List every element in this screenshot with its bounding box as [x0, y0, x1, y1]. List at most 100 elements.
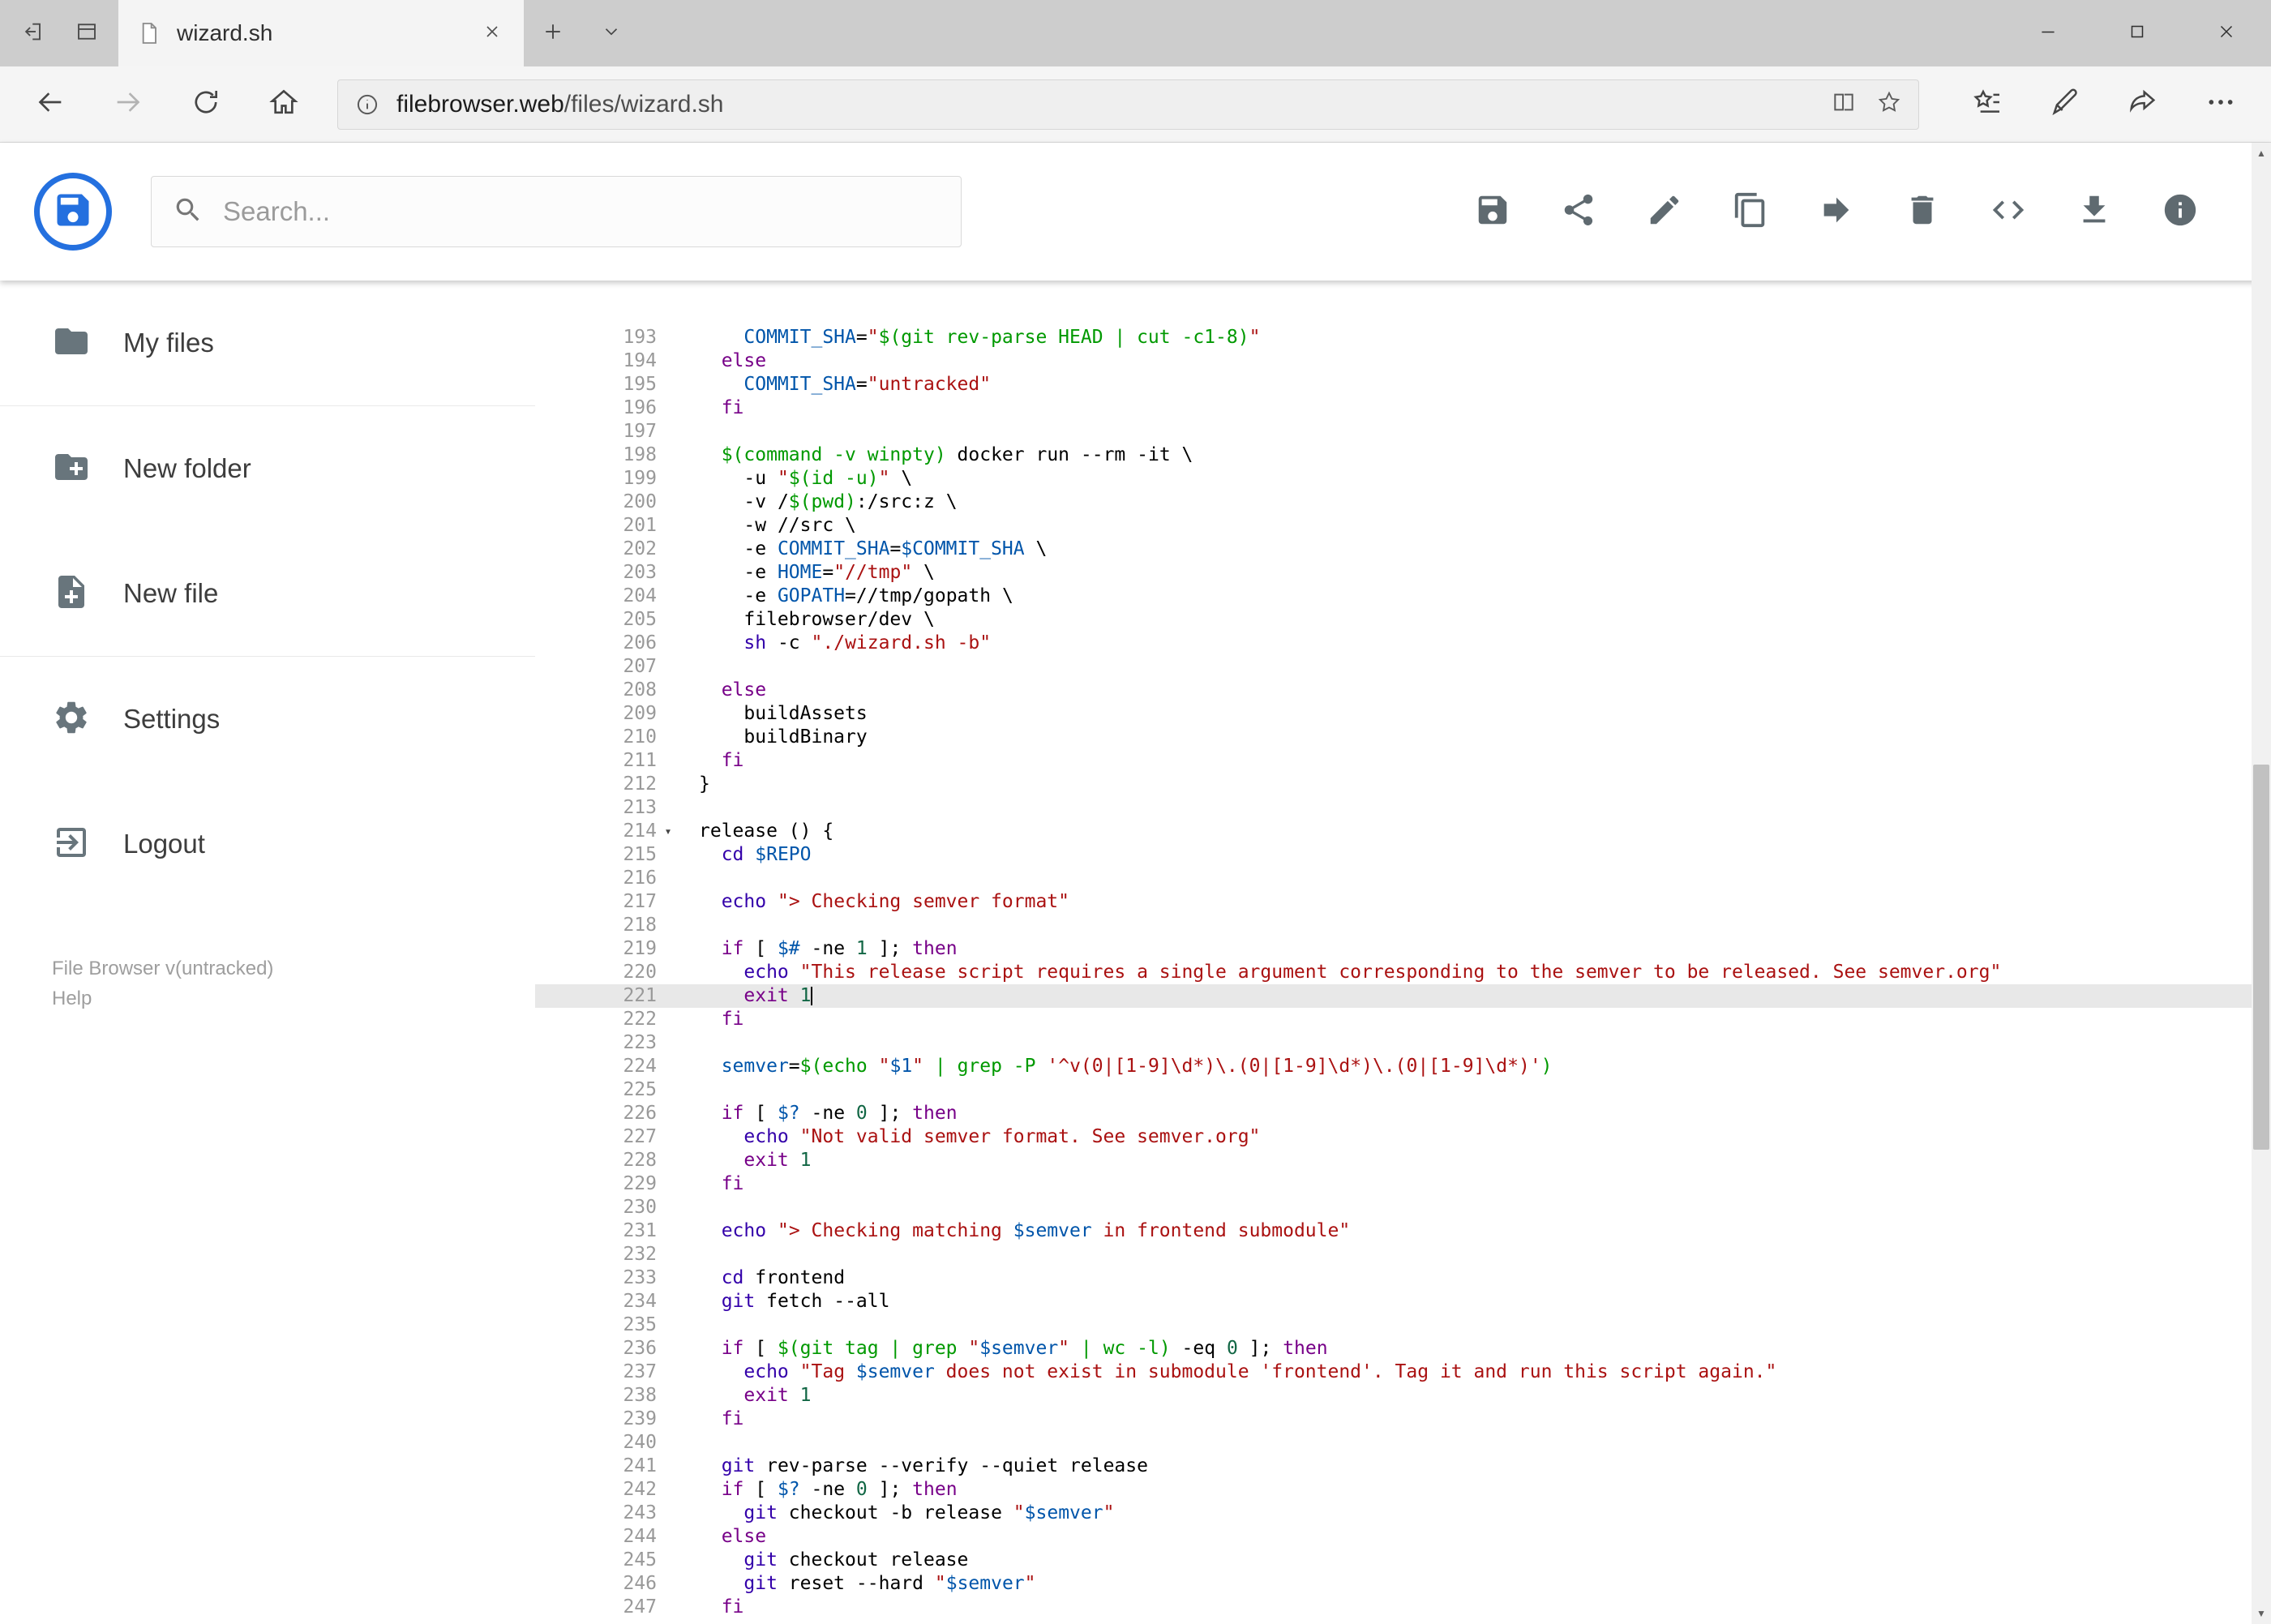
- home-button[interactable]: [245, 74, 323, 135]
- code-text[interactable]: [679, 914, 2271, 937]
- code-text[interactable]: cd $REPO: [679, 843, 2271, 867]
- code-text[interactable]: -v /$(pwd):/src:z \: [679, 491, 2271, 514]
- code-line[interactable]: 228 exit 1: [535, 1149, 2271, 1172]
- code-line[interactable]: 244 else: [535, 1525, 2271, 1549]
- code-line[interactable]: 229 fi: [535, 1172, 2271, 1196]
- fold-open-icon[interactable]: ▾: [657, 820, 679, 843]
- code-text[interactable]: fi: [679, 1596, 2271, 1619]
- scroll-up-icon[interactable]: ▲: [2252, 143, 2271, 164]
- code-text[interactable]: buildBinary: [679, 726, 2271, 749]
- tabs-preview-button[interactable]: [62, 8, 112, 58]
- sidebar-item-new-folder[interactable]: New folder: [0, 406, 535, 531]
- code-line[interactable]: 204 -e GOPATH=//tmp/gopath \: [535, 585, 2271, 608]
- code-text[interactable]: git fetch --all: [679, 1290, 2271, 1313]
- code-line[interactable]: 223: [535, 1031, 2271, 1055]
- code-line[interactable]: 243 git checkout -b release "$semver": [535, 1502, 2271, 1525]
- code-text[interactable]: }: [679, 773, 2271, 796]
- tab-list-chevron-button[interactable]: [582, 0, 641, 66]
- code-text[interactable]: git checkout release: [679, 1549, 2271, 1572]
- code-text[interactable]: COMMIT_SHA="$(git rev-parse HEAD | cut -…: [679, 326, 2271, 349]
- code-line[interactable]: 222 fi: [535, 1008, 2271, 1031]
- code-text[interactable]: sh -c "./wizard.sh -b": [679, 632, 2271, 655]
- code-text[interactable]: if [ $# -ne 1 ]; then: [679, 937, 2271, 961]
- sidebar-item-my-files[interactable]: My files: [0, 281, 535, 405]
- code-text[interactable]: fi: [679, 1008, 2271, 1031]
- site-info-icon[interactable]: [353, 90, 382, 119]
- code-line[interactable]: 200 -v /$(pwd):/src:z \: [535, 491, 2271, 514]
- share-page-button[interactable]: [2104, 74, 2182, 135]
- forward-button[interactable]: [89, 74, 167, 135]
- code-line[interactable]: 245 git checkout release: [535, 1549, 2271, 1572]
- tab-close-button[interactable]: [478, 19, 506, 47]
- code-line[interactable]: 202 -e COMMIT_SHA=$COMMIT_SHA \: [535, 538, 2271, 561]
- code-line[interactable]: 210 buildBinary: [535, 726, 2271, 749]
- code-text[interactable]: if [ $(git tag | grep "$semver" | wc -l)…: [679, 1337, 2271, 1360]
- code-text[interactable]: fi: [679, 396, 2271, 420]
- code-line[interactable]: 199 -u "$(id -u)" \: [535, 467, 2271, 491]
- code-text[interactable]: [679, 1078, 2271, 1102]
- code-line[interactable]: 238 exit 1: [535, 1384, 2271, 1408]
- code-line[interactable]: 206 sh -c "./wizard.sh -b": [535, 632, 2271, 655]
- code-text[interactable]: -e HOME="//tmp" \: [679, 561, 2271, 585]
- search-box[interactable]: [151, 176, 962, 247]
- page-scrollbar[interactable]: ▲ ▼: [2252, 143, 2271, 1624]
- code-line[interactable]: 232: [535, 1243, 2271, 1266]
- code-line[interactable]: 217 echo "> Checking semver format": [535, 890, 2271, 914]
- code-line[interactable]: 208 else: [535, 679, 2271, 702]
- search-input[interactable]: [223, 196, 940, 227]
- code-text[interactable]: cd frontend: [679, 1266, 2271, 1290]
- code-text[interactable]: else: [679, 349, 2271, 373]
- code-text[interactable]: else: [679, 1525, 2271, 1549]
- move-button[interactable]: [1806, 181, 1867, 242]
- code-line[interactable]: 214 ▾ release () {: [535, 820, 2271, 843]
- code-line[interactable]: 237 echo "Tag $semver does not exist in …: [535, 1360, 2271, 1384]
- code-text[interactable]: [679, 655, 2271, 679]
- code-text[interactable]: buildAssets: [679, 702, 2271, 726]
- sidebar-item-settings[interactable]: Settings: [0, 657, 535, 782]
- code-text[interactable]: fi: [679, 749, 2271, 773]
- code-line[interactable]: 212}: [535, 773, 2271, 796]
- info-button[interactable]: [2149, 181, 2211, 242]
- code-text[interactable]: [679, 420, 2271, 443]
- scrollbar-thumb[interactable]: [2253, 765, 2269, 1151]
- code-line[interactable]: 236 if [ $(git tag | grep "$semver" | wc…: [535, 1337, 2271, 1360]
- hub-favorites-button[interactable]: [1948, 74, 2026, 135]
- code-text[interactable]: filebrowser/dev \: [679, 608, 2271, 632]
- more-options-button[interactable]: [2182, 74, 2260, 135]
- code-line[interactable]: 239 fi: [535, 1408, 2271, 1431]
- code-view-button[interactable]: [1977, 181, 2039, 242]
- code-line[interactable]: 227 echo "Not valid semver format. See s…: [535, 1125, 2271, 1149]
- code-text[interactable]: $(command -v winpty) docker run --rm -it…: [679, 443, 2271, 467]
- copy-button[interactable]: [1720, 181, 1781, 242]
- code-text[interactable]: -w //src \: [679, 514, 2271, 538]
- address-bar[interactable]: filebrowser.web/files/wizard.sh: [337, 79, 1919, 130]
- code-line[interactable]: 246 git reset --hard "$semver": [535, 1572, 2271, 1596]
- delete-button[interactable]: [1892, 181, 1953, 242]
- code-line[interactable]: 203 -e HOME="//tmp" \: [535, 561, 2271, 585]
- maximize-button[interactable]: [2093, 0, 2182, 66]
- code-text[interactable]: echo "> Checking semver format": [679, 890, 2271, 914]
- download-button[interactable]: [2063, 181, 2125, 242]
- code-line[interactable]: 226 if [ $? -ne 0 ]; then: [535, 1102, 2271, 1125]
- code-line[interactable]: 234 git fetch --all: [535, 1290, 2271, 1313]
- code-editor[interactable]: 193 COMMIT_SHA="$(git rev-parse HEAD | c…: [535, 281, 2271, 1624]
- code-line[interactable]: 195 COMMIT_SHA="untracked": [535, 373, 2271, 396]
- favorite-button[interactable]: [1875, 90, 1904, 119]
- code-text[interactable]: if [ $? -ne 0 ]; then: [679, 1478, 2271, 1502]
- code-text[interactable]: release () {: [679, 820, 2271, 843]
- code-text[interactable]: COMMIT_SHA="untracked": [679, 373, 2271, 396]
- code-line[interactable]: 198 $(command -v winpty) docker run --rm…: [535, 443, 2271, 467]
- code-line[interactable]: 242 if [ $? -ne 0 ]; then: [535, 1478, 2271, 1502]
- code-text[interactable]: exit 1: [679, 1384, 2271, 1408]
- save-button[interactable]: [1462, 181, 1523, 242]
- code-line[interactable]: 221 exit 1: [535, 984, 2271, 1008]
- code-text[interactable]: [679, 1431, 2271, 1455]
- minimize-button[interactable]: [2003, 0, 2093, 66]
- code-line[interactable]: 231 echo "> Checking matching $semver in…: [535, 1219, 2271, 1243]
- code-line[interactable]: 216: [535, 867, 2271, 890]
- code-text[interactable]: [679, 1196, 2271, 1219]
- code-text[interactable]: [679, 796, 2271, 820]
- code-line[interactable]: 196 fi: [535, 396, 2271, 420]
- web-note-button[interactable]: [2026, 74, 2104, 135]
- code-line[interactable]: 215 cd $REPO: [535, 843, 2271, 867]
